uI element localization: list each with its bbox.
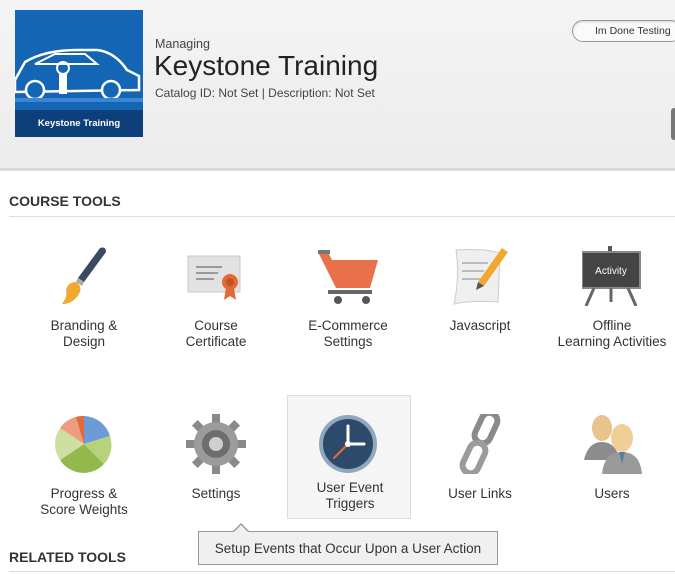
tool-label: Offline Learning Activities — [557, 318, 667, 349]
chain-link-icon — [459, 414, 501, 474]
tool-label: Settings — [191, 486, 241, 501]
section-divider — [9, 216, 675, 217]
tool-label: User Event Triggers — [316, 480, 384, 511]
tool-label: User Links — [448, 486, 512, 501]
managing-label: Managing — [155, 37, 210, 51]
tool-settings[interactable]: Settings — [154, 414, 278, 514]
certificate-icon — [187, 255, 241, 300]
tool-label: Course Certificate — [185, 318, 247, 349]
tool-progress-score-weights[interactable]: Progress & Score Weights — [22, 414, 146, 517]
section-divider — [9, 571, 675, 572]
catalog-info: Catalog ID: Not Set | Description: Not S… — [155, 86, 375, 100]
side-panel-tab[interactable] — [671, 108, 675, 140]
tool-label: Progress & Score Weights — [40, 486, 128, 517]
tool-label: Users — [594, 486, 630, 501]
tooltip-arrow-inner — [233, 525, 249, 533]
course-header: Keystone Training Managing Keystone Trai… — [0, 0, 675, 171]
easel-icon: Activity — [582, 246, 641, 306]
pie-chart-icon — [54, 415, 112, 473]
gear-icon — [186, 414, 246, 474]
tool-user-event-triggers[interactable]: User Event Triggers — [287, 395, 411, 519]
tool-label: Branding & Design — [50, 318, 118, 349]
script-pencil-icon — [453, 248, 508, 305]
tool-users[interactable]: Users — [550, 414, 674, 514]
easel-text: Activity — [595, 266, 627, 277]
course-tools-heading: COURSE TOOLS — [9, 193, 121, 209]
tool-course-certificate[interactable]: Course Certificate — [154, 246, 278, 349]
tool-user-links[interactable]: User Links — [418, 414, 542, 514]
course-logo: Keystone Training — [15, 10, 143, 137]
tool-label: E-Commerce Settings — [308, 318, 388, 349]
tooltip: Setup Events that Occur Upon a User Acti… — [198, 531, 498, 565]
clock-icon — [319, 415, 377, 473]
car-logo-icon — [15, 48, 143, 102]
done-testing-button[interactable]: Im Done Testing — [572, 20, 675, 42]
tool-label: Javascript — [449, 318, 511, 333]
page-title: Keystone Training — [154, 50, 379, 81]
logo-caption: Keystone Training — [15, 110, 143, 137]
tool-javascript[interactable]: Javascript — [418, 246, 542, 346]
tool-offline-learning[interactable]: Activity Offline Learning Activities — [550, 246, 674, 349]
shopping-cart-icon — [318, 250, 378, 304]
tool-ecommerce-settings[interactable]: E-Commerce Settings — [286, 246, 410, 349]
related-tools-heading: RELATED TOOLS — [9, 549, 126, 565]
tool-branding-design[interactable]: Branding & Design — [22, 246, 146, 349]
paintbrush-icon — [62, 247, 106, 304]
users-icon — [584, 415, 642, 474]
